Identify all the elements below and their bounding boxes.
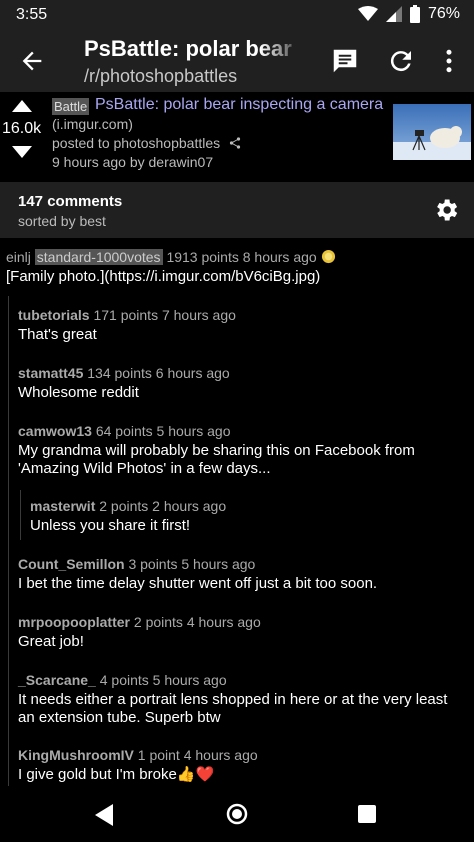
comment-author[interactable]: Count_Semillon — [18, 556, 125, 572]
comment-meta: 4 points 5 hours ago — [99, 672, 227, 688]
signal-icon — [385, 6, 402, 22]
comment-meta: 171 points 7 hours ago — [93, 307, 236, 323]
battery-percent: 76% — [427, 5, 460, 22]
comment-author[interactable]: _Scarcane_ — [18, 672, 96, 688]
post-score: 16.0k — [2, 120, 42, 137]
comment-body: That's great — [18, 326, 97, 343]
comment-item[interactable]: camwow13 64 points 5 hours ago My grandm… — [18, 423, 458, 478]
comment-body: My grandma will probably be sharing this… — [18, 442, 415, 477]
comment-author[interactable]: camwow13 — [18, 423, 92, 439]
nav-home-icon[interactable] — [226, 803, 248, 825]
wifi-icon — [357, 6, 378, 21]
app-bar: PsBattle: polar bear i /r/photoshopbattl… — [0, 30, 474, 92]
indent-guide-level1 — [8, 296, 9, 786]
comment-item[interactable]: _Scarcane_ 4 points 5 hours ago It needs… — [18, 672, 468, 727]
battery-icon — [409, 5, 420, 23]
comment-item[interactable]: Count_Semillon 3 points 5 hours ago I be… — [18, 556, 468, 593]
post-thumbnail[interactable] — [393, 104, 471, 160]
comment-item[interactable]: tubetorials 171 points 7 hours ago That'… — [18, 307, 468, 344]
comments-header: 147 comments sorted by best — [0, 182, 474, 238]
status-bar: 3:55 76% — [0, 0, 474, 30]
refresh-icon[interactable] — [386, 46, 416, 76]
comment-body: Wholesome reddit — [18, 384, 139, 401]
post-domain: (i.imgur.com) — [52, 116, 133, 132]
status-icons: 76% — [357, 5, 460, 23]
comment-meta: 1913 points 8 hours ago — [166, 249, 317, 265]
comment-meta: 3 points 5 hours ago — [128, 556, 256, 572]
comment-meta: 2 points 4 hours ago — [133, 614, 261, 630]
comment-meta: 134 points 6 hours ago — [87, 365, 230, 381]
nav-back-icon[interactable] — [95, 804, 115, 826]
post-title-link[interactable]: PsBattle: polar bear inspecting a camera — [95, 96, 383, 114]
comment-meta: 1 point 4 hours ago — [137, 747, 258, 763]
post-header: 16.0k Battle PsBattle: polar bear inspec… — [0, 92, 474, 180]
comment-body: It needs either a portrait lens shopped … — [18, 691, 448, 726]
page-subtitle: /r/photoshopbattles — [84, 66, 238, 86]
comment-author[interactable]: mrpoopooplatter — [18, 614, 130, 630]
user-flair: standard-1000votes — [34, 249, 163, 265]
comment-item[interactable]: einlj standard-1000votes 1913 points 8 h… — [6, 249, 474, 286]
post-flair: Battle — [52, 98, 90, 115]
comment-body: Great job! — [18, 633, 84, 650]
post-subreddit[interactable]: posted to photoshopbattles — [52, 135, 220, 151]
upvote-icon[interactable] — [12, 100, 32, 112]
indent-guide-level2 — [20, 490, 21, 540]
comment-item[interactable]: mrpoopooplatter 2 points 4 hours ago Gre… — [18, 614, 468, 651]
overflow-menu-icon[interactable] — [434, 46, 464, 76]
comment-meta: 2 points 2 hours ago — [99, 498, 227, 514]
comment-body: Unless you share it first! — [30, 517, 191, 534]
comment-author[interactable]: stamatt45 — [18, 365, 83, 381]
comment-body: I bet the time delay shutter went off ju… — [18, 575, 378, 592]
comment-author[interactable]: KingMushroomIV — [18, 747, 134, 763]
comment-icon[interactable] — [330, 46, 360, 76]
title-fade — [260, 34, 305, 64]
gold-award-icon — [321, 249, 335, 264]
comment-body: [Family photo.](https://i.imgur.com/bV6c… — [6, 268, 321, 285]
comment-author[interactable]: einlj — [6, 249, 31, 265]
comment-item[interactable]: KingMushroomIV 1 point 4 hours ago I giv… — [18, 747, 468, 784]
back-arrow-icon[interactable] — [18, 47, 46, 75]
comment-meta: 64 points 5 hours ago — [95, 423, 231, 439]
status-time: 3:55 — [16, 6, 48, 23]
comment-item[interactable]: masterwit 2 points 2 hours ago Unless yo… — [30, 498, 460, 535]
system-nav-bar — [0, 788, 474, 842]
settings-gear-icon[interactable] — [432, 196, 460, 224]
comment-author[interactable]: masterwit — [30, 498, 95, 514]
comment-item[interactable]: stamatt45 134 points 6 hours ago Wholeso… — [18, 365, 468, 402]
downvote-icon[interactable] — [12, 146, 32, 158]
comment-body: I give gold but I'm broke👍❤️ — [18, 766, 215, 783]
comments-count: 147 comments — [18, 193, 123, 210]
comment-header: einlj standard-1000votes 1913 points 8 h… — [6, 249, 474, 265]
comments-sort[interactable]: sorted by best — [18, 213, 106, 229]
post-time-author: 9 hours ago by derawin07 — [52, 154, 214, 170]
share-icon[interactable] — [229, 137, 241, 149]
comment-author[interactable]: tubetorials — [18, 307, 90, 323]
nav-recents-icon[interactable] — [358, 805, 376, 823]
